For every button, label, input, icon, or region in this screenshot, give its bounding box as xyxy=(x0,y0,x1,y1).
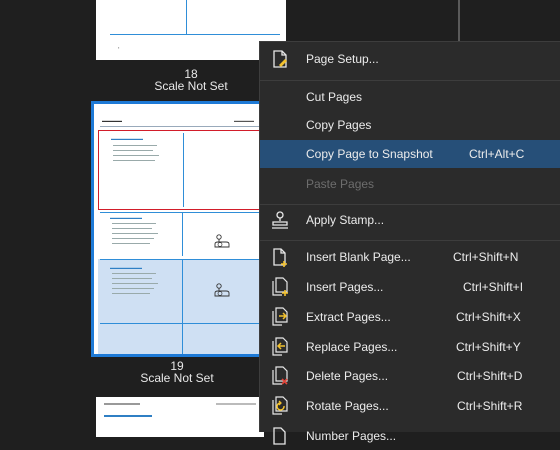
text-line xyxy=(113,155,159,156)
page-line xyxy=(110,34,280,35)
menu-item-rotate-pages[interactable]: Rotate Pages... Ctrl+Shift+R xyxy=(260,392,560,420)
page-section: ▬▬▬▬▬▬▬▬ xyxy=(98,212,260,256)
text-line xyxy=(113,150,153,151)
text-line xyxy=(112,288,154,289)
text-line xyxy=(112,273,156,274)
text-line xyxy=(112,223,156,224)
section-title-mark: ▬▬▬▬▬▬▬▬ xyxy=(111,136,143,141)
page-header-mark xyxy=(104,403,140,405)
page-header-left-mark: ▬▬▬▬▬ xyxy=(102,118,122,123)
replace-pages-icon xyxy=(272,337,288,356)
section-title-mark xyxy=(104,415,152,417)
menu-item-shortcut: Ctrl+Alt+C xyxy=(469,147,525,161)
menu-item-replace-pages[interactable]: Replace Pages... Ctrl+Shift+Y xyxy=(260,333,560,361)
text-line xyxy=(112,278,152,279)
stamp-icon xyxy=(272,211,288,229)
stamp-graphic-icon xyxy=(214,283,230,297)
page-thumbnail-19-content: ▬▬▬▬▬ ▬▬▬▬▬ ▬▬▬▬▬▬▬▬ ▬▬▬▬▬▬▬▬ ▬▬▬▬▬▬▬▬ xyxy=(94,104,260,354)
menu-item-shortcut: Ctrl+Shift+R xyxy=(457,399,523,413)
menu-item-shortcut: Ctrl+Shift+N xyxy=(453,250,519,264)
page-thumbnail-19[interactable]: ▬▬▬▬▬ ▬▬▬▬▬ ▬▬▬▬▬▬▬▬ ▬▬▬▬▬▬▬▬ ▬▬▬▬▬▬▬▬ xyxy=(91,101,263,357)
number-pages-icon xyxy=(273,427,286,445)
menu-item-label: Page Setup... xyxy=(306,52,379,66)
menu-item-insert-pages[interactable]: Insert Pages... Ctrl+Shift+I xyxy=(260,273,560,301)
page-rule xyxy=(100,126,260,127)
menu-item-label: Rotate Pages... xyxy=(306,399,389,413)
menu-item-extract-pages[interactable]: Extract Pages... Ctrl+Shift+X xyxy=(260,303,560,331)
menu-item-label: Replace Pages... xyxy=(306,340,398,354)
delete-pages-icon xyxy=(272,366,288,385)
menu-item-label: Paste Pages xyxy=(306,177,375,191)
page-line xyxy=(100,212,260,213)
menu-separator xyxy=(260,80,560,81)
page-line xyxy=(182,259,183,354)
page-context-menu: Page Setup... Cut Pages Copy Pages Copy … xyxy=(259,41,560,445)
insert-blank-page-icon xyxy=(273,248,287,267)
menu-item-shortcut: Ctrl+Shift+Y xyxy=(456,340,521,354)
menu-item-delete-pages[interactable]: Delete Pages... Ctrl+Shift+D xyxy=(260,362,560,390)
page-setup-icon xyxy=(273,50,287,68)
menu-item-copy-page-to-snapshot[interactable]: Copy Page to Snapshot Ctrl+Alt+C xyxy=(260,140,560,168)
extract-pages-icon xyxy=(272,307,288,326)
thumbnail-scale-status: Scale Not Set xyxy=(154,79,228,93)
menu-item-number-pages[interactable]: Number Pages... xyxy=(260,422,560,450)
page-thumbnail-20[interactable] xyxy=(96,397,264,437)
menu-item-shortcut: Ctrl+Shift+I xyxy=(463,280,524,294)
panel-divider xyxy=(458,0,460,46)
menu-item-label: Extract Pages... xyxy=(306,310,391,324)
page-line xyxy=(100,259,260,260)
menu-item-label: Copy Pages xyxy=(306,118,372,132)
section-title-mark: ▬▬▬▬▬▬▬▬ xyxy=(110,215,142,220)
rotate-pages-icon xyxy=(272,396,288,415)
menu-item-label: Insert Blank Page... xyxy=(306,250,411,264)
menu-item-label: Delete Pages... xyxy=(306,369,389,383)
menu-separator xyxy=(260,240,560,241)
menu-item-copy-pages[interactable]: Copy Pages xyxy=(260,111,560,139)
menu-item-label: Number Pages... xyxy=(306,429,397,443)
text-line xyxy=(112,283,158,284)
text-line xyxy=(113,160,155,161)
text-line xyxy=(112,228,152,229)
menu-item-paste-pages: Paste Pages xyxy=(260,170,560,198)
text-line xyxy=(112,233,158,234)
page-header-mark xyxy=(216,403,256,405)
text-line xyxy=(112,243,150,244)
menu-item-shortcut: Ctrl+Shift+D xyxy=(457,369,523,383)
menu-item-label: Insert Pages... xyxy=(306,280,384,294)
menu-item-label: Cut Pages xyxy=(306,90,363,104)
thumbnail-caption-19: 19 Scale Not Set xyxy=(82,360,272,384)
menu-item-label: Copy Page to Snapshot xyxy=(306,147,433,161)
page-line xyxy=(182,212,183,256)
menu-item-label: Apply Stamp... xyxy=(306,213,385,227)
menu-item-page-setup[interactable]: Page Setup... xyxy=(260,45,560,73)
text-line xyxy=(113,145,157,146)
page-line xyxy=(183,133,184,207)
page-thumbnail-18[interactable]: ▪ xyxy=(96,0,286,60)
menu-item-apply-stamp[interactable]: Apply Stamp... xyxy=(260,206,560,234)
menu-item-insert-blank-page[interactable]: Insert Blank Page... Ctrl+Shift+N xyxy=(260,243,560,271)
thumbnail-scale-status: Scale Not Set xyxy=(140,371,214,385)
section-title-mark: ▬▬▬▬▬▬▬▬ xyxy=(110,265,142,270)
insert-pages-icon xyxy=(272,277,288,296)
menu-item-cut-pages[interactable]: Cut Pages xyxy=(260,83,560,111)
thumbnail-caption-18: 18 Scale Not Set xyxy=(96,68,286,92)
text-line xyxy=(112,293,150,294)
page-footer-mark: ▪ xyxy=(118,45,120,50)
page-line xyxy=(100,323,260,324)
page-header-right-mark: ▬▬▬▬▬ xyxy=(234,118,254,123)
page-line xyxy=(186,0,187,35)
stamp-graphic-icon xyxy=(214,234,230,248)
menu-item-shortcut: Ctrl+Shift+X xyxy=(456,310,521,324)
page-section-highlighted: ▬▬▬▬▬▬▬▬ xyxy=(98,259,260,354)
menu-separator xyxy=(260,204,560,205)
selected-section-outline: ▬▬▬▬▬▬▬▬ xyxy=(98,130,260,210)
text-line xyxy=(112,238,154,239)
